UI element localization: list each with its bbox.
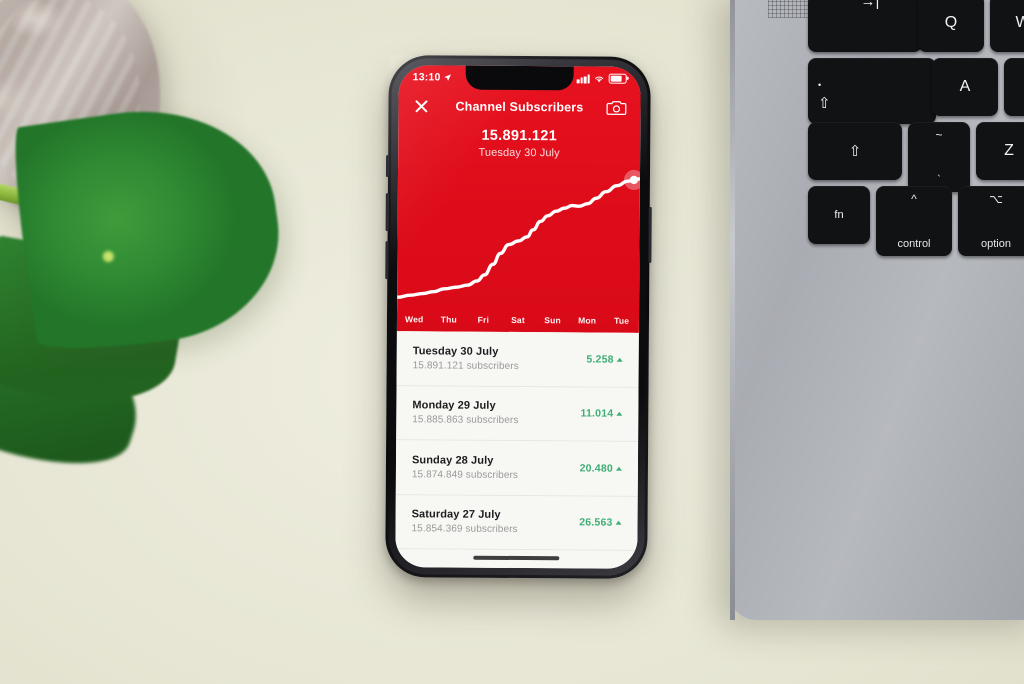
signal-bars-icon (576, 73, 590, 83)
list-item[interactable]: Monday 29 July 15.885.863 subscribers 11.0… (396, 385, 639, 442)
chart-day-axis: Wed Thu Fri Sat Sun Mon Tue (397, 307, 639, 333)
key-a[interactable]: A (932, 58, 998, 116)
silence-switch[interactable] (385, 155, 390, 178)
caps-lock-indicator-icon: • (818, 79, 822, 90)
list-item-text: Sunday 28 July 15.874.849 subscribers (412, 454, 580, 481)
daily-subscribers-list[interactable]: Tuesday 30 July 15.891.121 subscribers 5.2… (395, 331, 639, 569)
control-caret-icon: ^ (911, 192, 917, 206)
app-header-panel: 13:10 Channel Subscribers 15.891.121 Tue… (396, 65, 641, 333)
chart-tick-wed: Wed (405, 314, 424, 325)
chart-tick-mon: Mon (578, 315, 597, 326)
list-item-delta: 5.258 (586, 353, 623, 366)
list-item-delta: 20.480 (580, 462, 622, 474)
list-item-day: Monday 29 July (412, 399, 496, 413)
key-fn-label: fn (834, 209, 844, 221)
close-icon[interactable] (412, 97, 430, 115)
key-control[interactable]: ^ control (876, 186, 952, 256)
phone-notch (465, 65, 574, 91)
app-bar: Channel Subscribers (398, 89, 640, 125)
summary-value: 15.891.121 (481, 127, 558, 145)
page-title: Channel Subscribers (455, 99, 584, 115)
list-item-text: Tuesday 30 July 15.891.121 subscribers (413, 345, 587, 372)
list-item-day: Saturday 27 July (411, 508, 501, 522)
key-tilde-top-label: ~ (935, 128, 943, 142)
list-item-subscribers: 15.854.369 subscribers (411, 523, 518, 536)
list-item-text: Saturday 27 July 15.854.369 subscribers (411, 509, 579, 536)
chart-tick-tue: Tue (614, 315, 630, 326)
list-item-delta: 11.014 (581, 408, 623, 420)
camera-icon[interactable] (606, 100, 627, 116)
list-item-day: Tuesday 30 July (412, 345, 499, 358)
key-z[interactable]: Z (976, 122, 1024, 180)
chart-line-path (397, 177, 641, 299)
list-item-subscribers: 15.891.121 subscribers (412, 360, 519, 372)
chart-svg (397, 169, 641, 299)
key-q[interactable]: Q (918, 0, 984, 52)
key-tilde-bot-label: ` (937, 174, 941, 186)
trend-up-icon (615, 520, 622, 525)
list-item-delta-value: 5.258 (586, 353, 614, 366)
key-fn[interactable]: fn (808, 186, 870, 244)
caps-lock-arrow-icon: ⇧ (818, 94, 831, 112)
list-item[interactable]: Tuesday 30 July 15.891.121 subscribers 5.2… (396, 331, 639, 388)
list-item-subscribers: 15.885.863 subscribers (412, 414, 519, 427)
list-item-text: Monday 29 July 15.885.863 subscribers (412, 400, 580, 427)
volume-up-button[interactable] (385, 193, 389, 232)
laptop-body: →| Q W • ⇧ A S ⇧ ~ ` (730, 0, 1024, 620)
summary-date: Tuesday 30 July (478, 146, 560, 160)
list-item-day: Sunday 28 July (411, 454, 494, 467)
key-tab[interactable]: →| (808, 0, 922, 52)
key-z-label: Z (1004, 142, 1014, 159)
chart-tick-thu: Thu (440, 314, 457, 325)
phone-screen: 13:10 Channel Subscribers 15.891.121 Tue… (395, 65, 641, 569)
laptop-keyboard: →| Q W • ⇧ A S ⇧ ~ ` (730, 0, 1024, 276)
chart-tick-sun: Sun (544, 315, 561, 326)
list-item-delta-value: 11.014 (580, 407, 614, 420)
trend-up-icon (616, 357, 623, 362)
key-w-label: W (1015, 14, 1024, 31)
list-item-delta-value: 20.480 (579, 462, 613, 475)
key-control-label: control (897, 238, 931, 250)
volume-down-button[interactable] (385, 241, 389, 280)
shift-arrow-icon: ⇧ (848, 142, 862, 160)
power-button[interactable] (648, 206, 652, 263)
key-caps-lock[interactable]: • ⇧ (808, 58, 936, 124)
key-tilde[interactable]: ~ ` (908, 122, 970, 192)
tab-arrow-icon: →| (860, 0, 880, 10)
key-a-label: A (959, 78, 971, 95)
key-option[interactable]: ⌥ option (958, 186, 1024, 256)
smartphone: 13:10 Channel Subscribers 15.891.121 Tue… (385, 55, 652, 579)
key-shift[interactable]: ⇧ (808, 122, 902, 180)
key-s[interactable]: S (1004, 58, 1024, 116)
list-item[interactable]: Saturday 27 July 15.854.369 subscribers 26… (395, 494, 638, 551)
chart-tick-sat: Sat (511, 314, 525, 326)
key-q-label: Q (944, 14, 958, 31)
key-w[interactable]: W (990, 0, 1024, 52)
status-icons-group (576, 73, 627, 84)
status-clock: 13:10 (412, 71, 441, 84)
summary-block: 15.891.121 Tuesday 30 July (398, 127, 640, 160)
battery-icon (608, 73, 627, 84)
list-item-delta-value: 26.563 (579, 516, 613, 529)
key-option-label: option (981, 238, 1011, 250)
chart-highlight-marker[interactable] (623, 169, 641, 190)
trend-up-icon (615, 466, 622, 471)
subscribers-line-chart[interactable] (397, 161, 641, 307)
list-item-delta: 26.563 (579, 516, 622, 529)
photo-scene: →| Q W • ⇧ A S ⇧ ~ ` (0, 0, 1024, 684)
home-indicator[interactable] (473, 556, 560, 561)
status-time-group: 13:10 (413, 71, 452, 83)
wifi-icon (595, 76, 604, 82)
list-item[interactable]: Sunday 28 July 15.874.849 subscribers 20.4… (395, 440, 639, 497)
trend-up-icon (616, 411, 623, 416)
option-glyph-icon: ⌥ (989, 192, 1003, 206)
location-arrow-icon (444, 74, 451, 81)
list-item-subscribers: 15.874.849 subscribers (411, 469, 519, 481)
chart-tick-fri: Fri (477, 314, 490, 325)
